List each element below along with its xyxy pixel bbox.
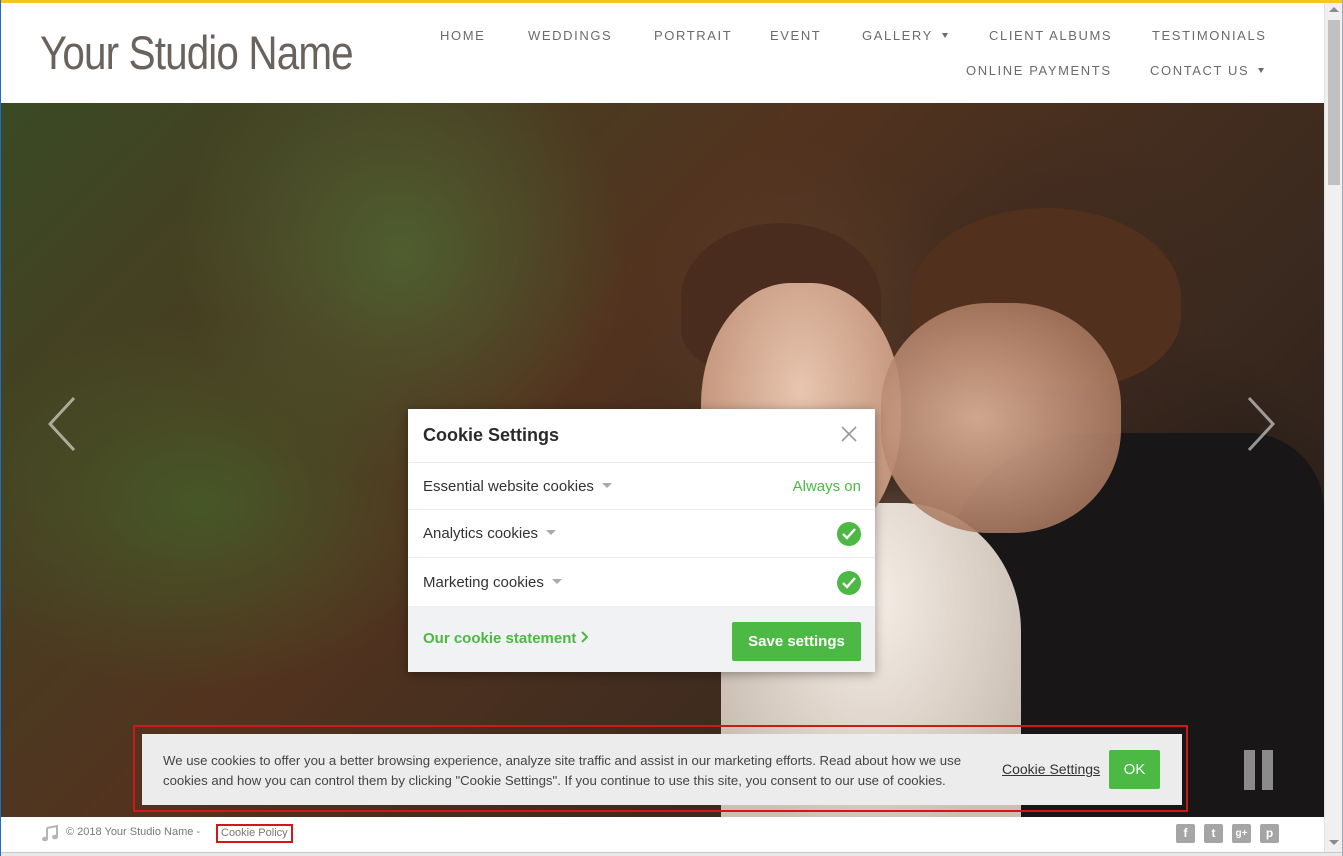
nav-client-albums[interactable]: CLIENT ALBUMS [989, 28, 1112, 43]
copyright-text: © 2018 Your Studio Name - [66, 826, 201, 838]
site-footer: © 2018 Your Studio Name - Cookie Policy … [1, 817, 1324, 852]
site-header: Your Studio Name HOME WEDDINGS PORTRAIT … [1, 3, 1324, 103]
cookie-row-label: Essential website cookies [423, 478, 594, 495]
twitter-icon[interactable]: t [1204, 824, 1223, 843]
site-logo[interactable]: Your Studio Name [40, 25, 354, 80]
cookie-row-marketing-toggle[interactable]: Marketing cookies [423, 574, 562, 591]
scroll-down-arrow-icon[interactable] [1329, 840, 1339, 845]
marketing-checkbox-icon[interactable] [837, 571, 861, 595]
cookie-row-essential: Essential website cookies Always on [408, 462, 875, 509]
google-plus-icon[interactable]: g+ [1232, 824, 1251, 843]
nav-online-payments[interactable]: ONLINE PAYMENTS [966, 63, 1112, 78]
chevron-down-icon [551, 579, 562, 584]
pinterest-icon[interactable]: p [1260, 824, 1279, 843]
chevron-down-icon [1258, 68, 1265, 73]
hero-photo-detail [881, 303, 1121, 533]
cookie-row-analytics: Analytics cookies [408, 509, 875, 557]
cookie-banner: We use cookies to offer you a better bro… [142, 734, 1182, 805]
window-bottom-edge [0, 852, 1343, 856]
cookie-row-label: Analytics cookies [423, 525, 539, 542]
always-on-status: Always on [792, 478, 861, 495]
modal-footer: Our cookie statement Save settings [408, 606, 875, 672]
cookie-banner-text: We use cookies to offer you a better bro… [163, 753, 962, 788]
scroll-up-arrow-icon[interactable] [1329, 7, 1339, 12]
music-note-icon[interactable] [41, 824, 59, 843]
chevron-right-icon [580, 630, 589, 647]
page-scrollbar[interactable] [1324, 3, 1342, 852]
save-settings-button[interactable]: Save settings [732, 622, 861, 661]
facebook-icon[interactable]: f [1176, 824, 1195, 843]
nav-event[interactable]: EVENT [770, 28, 821, 43]
chevron-down-icon [546, 530, 557, 535]
ok-button[interactable]: OK [1109, 750, 1160, 789]
cookie-settings-link[interactable]: Cookie Settings [1002, 761, 1100, 777]
prev-slide-arrow-icon[interactable] [47, 396, 76, 452]
cookie-row-label: Marketing cookies [423, 574, 544, 591]
nav-gallery[interactable]: GALLERY [862, 28, 948, 43]
cookie-row-marketing: Marketing cookies [408, 557, 875, 606]
cookie-statement-label: Our cookie statement [423, 630, 577, 647]
next-slide-arrow-icon[interactable] [1247, 396, 1276, 452]
nav-home[interactable]: HOME [440, 28, 485, 43]
cookie-settings-modal: Cookie Settings Essential website cookie… [408, 409, 875, 672]
nav-contact-us[interactable]: CONTACT US [1150, 63, 1265, 78]
modal-title: Cookie Settings [423, 425, 560, 445]
nav-portrait[interactable]: PORTRAIT [654, 28, 732, 43]
nav-weddings[interactable]: WEDDINGS [528, 28, 612, 43]
cookie-statement-link[interactable]: Our cookie statement [423, 630, 589, 647]
nav-gallery-label: GALLERY [862, 28, 933, 43]
chevron-down-icon [941, 33, 948, 38]
pause-icon[interactable] [1244, 750, 1274, 790]
cookie-row-analytics-toggle[interactable]: Analytics cookies [423, 525, 557, 542]
nav-contact-us-label: CONTACT US [1150, 63, 1250, 78]
close-icon[interactable] [840, 425, 858, 443]
cookie-row-essential-toggle[interactable]: Essential website cookies [423, 478, 612, 495]
chevron-down-icon [601, 483, 612, 488]
scrollbar-thumb[interactable] [1328, 20, 1340, 185]
nav-testimonials[interactable]: TESTIMONIALS [1152, 28, 1267, 43]
analytics-checkbox-icon[interactable] [837, 522, 861, 546]
cookie-policy-link[interactable]: Cookie Policy [216, 824, 293, 843]
